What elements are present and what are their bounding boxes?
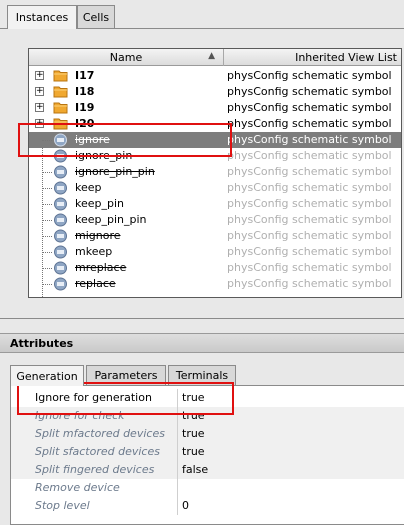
column-header-name[interactable]: Name ▲	[29, 49, 224, 66]
inherited-view-list: physConfig schematic symbol	[227, 229, 392, 242]
attr-label: Split fingered devices	[11, 461, 178, 479]
tree-connector	[42, 220, 52, 221]
panel-divider	[0, 318, 404, 319]
highlight-box-ignore	[18, 123, 232, 157]
tree-row-mreplace[interactable]: mreplace physConfig schematic symbol	[29, 260, 401, 276]
inherited-view-list: physConfig schematic symbol	[227, 133, 392, 146]
instance-name: replace	[75, 277, 116, 290]
tree-row-mignore[interactable]: mignore physConfig schematic symbol	[29, 228, 401, 244]
instance-cell-icon	[54, 261, 67, 275]
inherited-view-list: physConfig schematic symbol	[227, 149, 392, 162]
tree-connector	[42, 252, 52, 253]
inherited-view-list: physConfig schematic symbol	[227, 117, 392, 130]
expand-plus-icon[interactable]: +	[35, 87, 44, 96]
folder-icon	[53, 86, 68, 98]
instance-name: I18	[75, 85, 95, 98]
folder-icon	[53, 102, 68, 114]
instance-cell-icon	[54, 245, 67, 259]
column-header-view-label: Inherited View List	[295, 51, 397, 64]
inherited-view-list: physConfig schematic symbol	[227, 213, 392, 226]
inherited-view-list: physConfig schematic symbol	[227, 101, 392, 114]
tree-connector	[42, 204, 52, 205]
tree-row-replace[interactable]: replace physConfig schematic symbol	[29, 276, 401, 292]
instance-cell-icon	[54, 165, 67, 179]
inherited-view-list: physConfig schematic symbol	[227, 165, 392, 178]
inherited-view-list: physConfig schematic symbol	[227, 181, 392, 194]
instance-name: mreplace	[75, 261, 127, 274]
inherited-view-list: physConfig schematic symbol	[227, 261, 392, 274]
attr-label: Split sfactored devices	[11, 443, 178, 461]
tab-generation[interactable]: Generation	[10, 365, 84, 386]
tree-header: Name ▲ Inherited View List	[29, 49, 401, 66]
inherited-view-list: physConfig schematic symbol	[227, 197, 392, 210]
instance-name: I19	[75, 101, 95, 114]
attr-value[interactable]: true	[182, 425, 205, 443]
instance-name: mkeep	[75, 245, 113, 258]
tree-row-i18[interactable]: + I18 physConfig schematic symbol	[29, 84, 401, 100]
attr-row-split-fingered[interactable]: Split fingered devices false	[11, 461, 404, 479]
instance-name: keep_pin	[75, 197, 125, 210]
instance-name: I17	[75, 69, 95, 82]
expand-plus-icon[interactable]: +	[35, 71, 44, 80]
inherited-view-list: physConfig schematic symbol	[227, 245, 392, 258]
column-header-name-label: Name	[109, 51, 143, 64]
instance-name: ignore_pin_pin	[75, 165, 155, 178]
attr-value[interactable]: 0	[182, 497, 189, 515]
inherited-view-list: physConfig schematic symbol	[227, 85, 392, 98]
tab-instances[interactable]: Instances	[7, 5, 77, 29]
expand-plus-icon[interactable]: +	[35, 103, 44, 112]
attributes-header: Attributes	[0, 333, 404, 353]
instance-cell-icon	[54, 277, 67, 291]
tab-cells[interactable]: Cells	[77, 5, 115, 28]
tree-connector	[42, 268, 52, 269]
inherited-view-list: physConfig schematic symbol	[227, 69, 392, 82]
tree-connector	[42, 284, 52, 285]
tree-row-keep[interactable]: keep physConfig schematic symbol	[29, 180, 401, 196]
instance-name: mignore	[75, 229, 121, 242]
instance-name: keep_pin_pin	[75, 213, 147, 226]
highlight-box-ignore-for-generation	[17, 382, 234, 415]
tree-row-ignore-pin-pin[interactable]: ignore_pin_pin physConfig schematic symb…	[29, 164, 401, 180]
instance-name: keep	[75, 181, 102, 194]
instance-cell-icon	[54, 229, 67, 243]
tree-connector	[42, 172, 52, 173]
tree-row-keep-pin-pin[interactable]: keep_pin_pin physConfig schematic symbol	[29, 212, 401, 228]
attr-row-stop-level[interactable]: Stop level 0	[11, 497, 404, 515]
column-header-view[interactable]: Inherited View List	[225, 49, 401, 66]
tree-row-i17[interactable]: + I17 physConfig schematic symbol	[29, 68, 401, 84]
attr-value[interactable]: false	[182, 461, 208, 479]
sort-ascending-icon[interactable]: ▲	[208, 51, 215, 61]
tree-row-keep-pin[interactable]: keep_pin physConfig schematic symbol	[29, 196, 401, 212]
attr-label: Remove device	[11, 479, 178, 497]
tree-row-mkeep[interactable]: mkeep physConfig schematic symbol	[29, 244, 401, 260]
instance-tree[interactable]: Name ▲ Inherited View List + I17 physCon…	[28, 48, 402, 298]
attr-label: Split mfactored devices	[11, 425, 178, 443]
instance-cell-icon	[54, 181, 67, 195]
attr-label: Stop level	[11, 497, 178, 515]
attr-row-split-sfactored[interactable]: Split sfactored devices true	[11, 443, 404, 461]
attr-row-split-mfactored[interactable]: Split mfactored devices true	[11, 425, 404, 443]
folder-icon	[53, 70, 68, 82]
instance-cell-icon	[54, 197, 67, 211]
tree-connector	[42, 188, 52, 189]
tree-connector	[42, 236, 52, 237]
instance-cell-icon	[54, 213, 67, 227]
tree-row-i19[interactable]: + I19 physConfig schematic symbol	[29, 100, 401, 116]
attr-value[interactable]: true	[182, 443, 205, 461]
attr-row-remove-device[interactable]: Remove device	[11, 479, 404, 497]
inherited-view-list: physConfig schematic symbol	[227, 277, 392, 290]
